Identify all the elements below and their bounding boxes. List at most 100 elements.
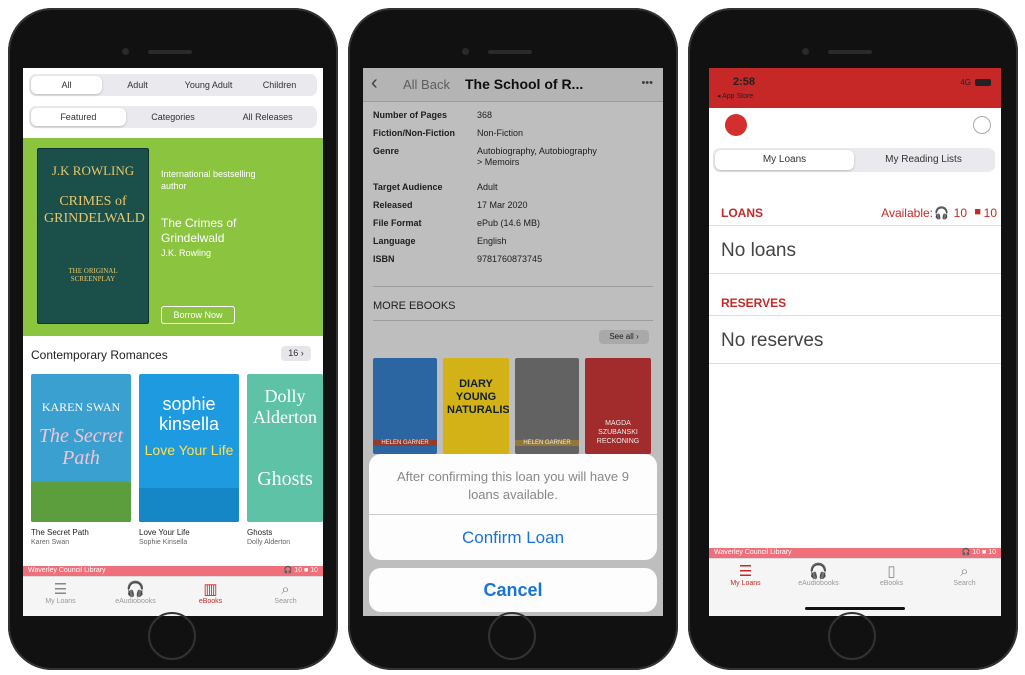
segment-my-reading-lists[interactable]: My Reading Lists [854, 150, 993, 170]
loans-label: LOANS [721, 206, 763, 220]
tab-label: eBooks [198, 598, 223, 605]
cover-title: CRIMES of GRINDELWALD [44, 194, 145, 226]
confirm-loan-button[interactable]: Confirm Loan [369, 514, 657, 560]
view-segmented-control: Featured Categories All Releases [29, 106, 317, 128]
book-author-3: Dolly Alderton [247, 539, 291, 546]
cover-author: sophie kinsella [158, 394, 220, 434]
search-icon: ⌕ [960, 563, 969, 580]
availability-counts: 🎧 10 ■ 10 [283, 567, 318, 574]
segment-all[interactable]: All [31, 76, 102, 94]
tab-ebooks[interactable]: ▥ eBooks [173, 577, 248, 616]
cover-author: Dolly Alderton [253, 386, 317, 427]
loans-header: LOANS Available: 🎧 10 ■ 10 [709, 188, 1001, 226]
segment-adult[interactable]: Adult [102, 76, 173, 94]
book-title-1[interactable]: The Secret Path [31, 528, 89, 537]
book-cover-ghosts[interactable]: Dolly Alderton Ghosts [247, 374, 323, 522]
available-book-count: 10 [983, 206, 997, 220]
phone-my-loans: 2:58 ◂ App Store 4G My Loans My Reading … [688, 8, 1018, 670]
screen: All Adult Young Adult Children Featured … [23, 68, 323, 616]
speaker [488, 50, 532, 54]
camera [462, 48, 469, 55]
tab-label: My Loans [730, 580, 761, 587]
cover-title: Ghosts [257, 468, 313, 490]
network-indicator: 4G [960, 78, 971, 87]
segment-children[interactable]: Children [244, 76, 315, 94]
home-button[interactable] [148, 612, 196, 660]
segment-young-adult[interactable]: Young Adult [173, 76, 244, 94]
cancel-button[interactable]: Cancel [369, 568, 657, 612]
segment-categories[interactable]: Categories [126, 108, 221, 126]
cover-author: J.K ROWLING [51, 163, 135, 178]
featured-title: The Crimes of Grindelwald [161, 216, 237, 245]
section-count-button[interactable]: 16 › [281, 346, 311, 361]
book-title-3[interactable]: Ghosts [247, 528, 272, 537]
cover-garden-art [31, 482, 131, 522]
availability-counts: 🎧 10 ■ 10 [961, 549, 996, 556]
library-bar: Waverley Council Library 🎧 10 ■ 10 [23, 566, 323, 576]
cover-title: Love Your Life [144, 442, 234, 458]
speaker [828, 50, 872, 54]
sheet-message: After confirming this loan you will have… [397, 469, 629, 502]
tab-label: eBooks [879, 580, 904, 587]
tab-my-loans[interactable]: ☰ My Loans [709, 559, 782, 616]
featured-tagline: International bestselling author [161, 169, 256, 191]
book-icon: ▯ [887, 563, 896, 580]
screen: ‹ All Back The School of R... ••• Number… [363, 68, 663, 616]
status-time: 2:58 [733, 76, 756, 88]
home-button[interactable] [828, 612, 876, 660]
tab-label: Search [274, 598, 297, 605]
speaker [148, 50, 192, 54]
section-title: Contemporary Romances [31, 348, 168, 362]
headphones-icon: 🎧 [126, 581, 145, 598]
home-button[interactable] [488, 612, 536, 660]
library-name: Waverley Council Library [714, 549, 792, 556]
cover-title: The Secret Path [38, 425, 124, 469]
reserves-empty-row: No reserves [709, 316, 1001, 364]
cover-figures-art [139, 488, 239, 522]
back-to-app-store-link[interactable]: ◂ App Store [717, 92, 753, 100]
borrow-now-button[interactable]: Borrow Now [161, 306, 235, 324]
battery-icon [975, 79, 991, 86]
action-sheet: After confirming this loan you will have… [369, 454, 657, 560]
audience-segmented-control: All Adult Young Adult Children [29, 74, 317, 96]
home-indicator [805, 607, 905, 610]
cover-author: KAREN SWAN [41, 400, 121, 414]
available-audio-count: 10 [953, 206, 967, 220]
tab-bar: ☰ My Loans 🎧 eAudiobooks ▯ eBooks ⌕ Search [709, 558, 1001, 616]
profile-icon[interactable] [973, 116, 991, 134]
book-cover-secret-path[interactable]: KAREN SWAN The Secret Path [31, 374, 131, 522]
tab-my-loans[interactable]: ☰ My Loans [23, 577, 98, 616]
camera [802, 48, 809, 55]
reserves-header: RESERVES [709, 280, 1001, 316]
book-title-2[interactable]: Love Your Life [139, 528, 190, 537]
book-author-1: Karen Swan [31, 539, 70, 546]
segment-all-releases[interactable]: All Releases [220, 108, 315, 126]
library-name: Waverley Council Library [28, 567, 106, 574]
tab-eaudiobooks[interactable]: 🎧 eAudiobooks [98, 577, 173, 616]
tab-label: eAudiobooks [115, 598, 156, 605]
search-icon: ⌕ [281, 581, 290, 598]
app-logo [725, 114, 747, 136]
segment-featured[interactable]: Featured [31, 108, 126, 126]
tab-search[interactable]: ⌕ Search [928, 559, 1001, 616]
tab-search[interactable]: ⌕ Search [248, 577, 323, 616]
featured-banner[interactable]: J.K ROWLING CRIMES of GRINDELWALD THE OR… [23, 138, 323, 336]
tab-label: My Loans [45, 598, 76, 605]
reserves-label: RESERVES [721, 296, 787, 310]
featured-book-cover[interactable]: J.K ROWLING CRIMES of GRINDELWALD THE OR… [37, 148, 149, 324]
phone-ebooks-browse: All Adult Young Adult Children Featured … [8, 8, 338, 670]
book-cover-love-your-life[interactable]: sophie kinsella Love Your Life [139, 374, 239, 522]
loans-segmented-control: My Loans My Reading Lists [713, 148, 995, 172]
cover-subtitle: THE ORIGINAL SCREENPLAY [68, 267, 118, 283]
available-label: Available: [881, 206, 933, 220]
book-author-2: Sophie Kinsella [139, 539, 188, 546]
no-reserves-text: No reserves [721, 330, 824, 351]
screen: 2:58 ◂ App Store 4G My Loans My Reading … [709, 68, 1001, 616]
library-bar: Waverley Council Library 🎧 10 ■ 10 [709, 548, 1001, 558]
no-loans-text: No loans [721, 240, 796, 261]
book-icon: ▥ [203, 581, 218, 598]
status-bar: 2:58 ◂ App Store 4G [709, 68, 1001, 108]
headphones-icon: 🎧 [934, 206, 949, 220]
tab-label: eAudiobooks [798, 580, 839, 587]
segment-my-loans[interactable]: My Loans [715, 150, 854, 170]
